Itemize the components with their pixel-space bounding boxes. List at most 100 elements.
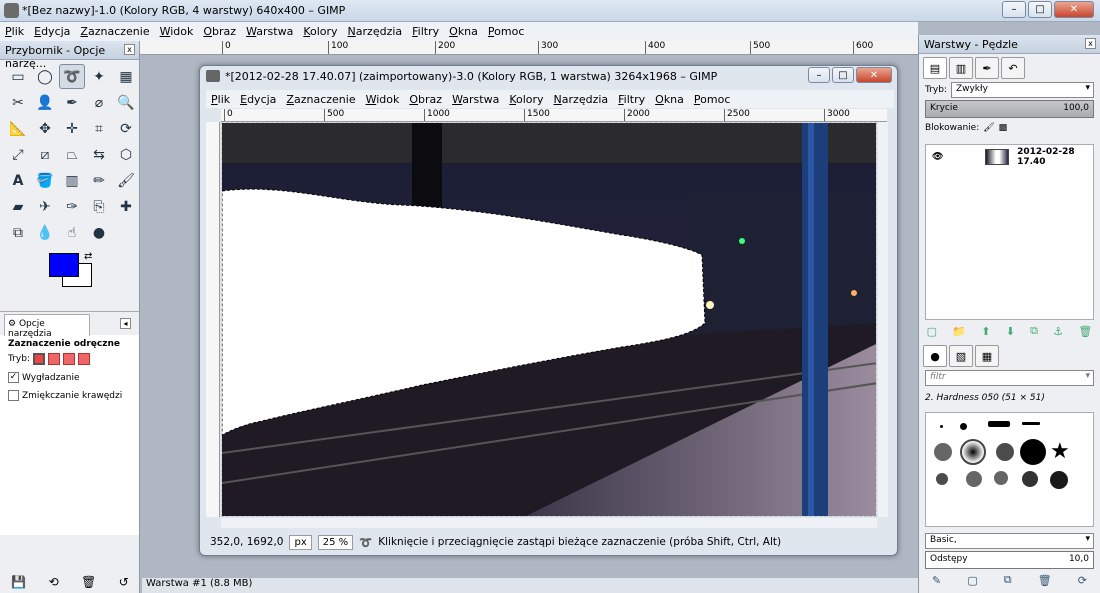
menu-plik[interactable]: Plik (0, 22, 29, 41)
eraser-icon[interactable]: ▰ (5, 194, 31, 219)
restore-options-icon[interactable]: ⟲ (49, 575, 59, 589)
edit-brush-icon[interactable]: ✎ (932, 574, 941, 587)
brush-preset[interactable] (988, 421, 1010, 427)
opacity-slider[interactable]: Krycie 100,0 (925, 100, 1094, 118)
flip-icon[interactable]: ⇆ (86, 142, 112, 167)
refresh-brushes-icon[interactable]: ⟳ (1078, 574, 1087, 587)
dodge-burn-icon[interactable]: ● (86, 220, 112, 245)
image-ruler-horizontal[interactable]: 0 500 1000 1500 2000 2500 3000 (221, 109, 887, 122)
delete-brush-icon[interactable]: 🗑 (1038, 574, 1052, 587)
image-canvas[interactable] (221, 122, 877, 517)
tab-menu-arrow-icon[interactable]: ◂ (120, 318, 131, 329)
mode-add-icon[interactable] (47, 353, 60, 365)
toolbox-close-button[interactable]: x (124, 44, 135, 55)
brush-preset[interactable] (996, 443, 1014, 461)
brush-preset[interactable] (940, 425, 943, 428)
mode-replace-icon[interactable] (32, 353, 45, 365)
scissors-icon[interactable]: ✂ (5, 90, 31, 115)
brush-filter-input[interactable]: filtr (925, 370, 1094, 386)
brush-preset[interactable] (1050, 471, 1068, 489)
brush-preset[interactable] (1022, 422, 1040, 425)
crop-icon[interactable]: ⌗ (86, 116, 112, 141)
paintbrush-icon[interactable]: 🖌 (113, 168, 139, 193)
image-menu-obraz[interactable]: Obraz (404, 90, 447, 108)
smudge-icon[interactable]: ☝ (59, 220, 85, 245)
measure-icon[interactable]: 📐 (5, 116, 31, 141)
dock-close-button[interactable]: x (1085, 38, 1096, 49)
color-picker-icon[interactable]: ⌀ (86, 90, 112, 115)
paths-icon[interactable]: ✒ (59, 90, 85, 115)
free-select-icon[interactable]: ➰ (59, 64, 85, 89)
zoom-icon[interactable]: 🔍 (113, 90, 139, 115)
undo-tab-icon[interactable]: ↶ (1001, 57, 1025, 79)
move-icon[interactable]: ✥ (32, 116, 58, 141)
brush-preset[interactable] (934, 443, 952, 461)
layer-mode-select[interactable]: Zwykły (950, 82, 1094, 98)
maximize-button[interactable]: □ (1028, 1, 1052, 18)
layer-row[interactable]: 👁 2012-02-28 17.40 (926, 145, 1093, 169)
image-ruler-vertical[interactable] (206, 122, 220, 517)
delete-options-icon[interactable]: 🗑 (81, 575, 96, 589)
spacing-slider[interactable]: Odstępy 10,0 (925, 551, 1094, 569)
tool-options-tab[interactable]: ⚙ Opcje narzędzia (4, 314, 90, 339)
align-icon[interactable]: ✛ (59, 116, 85, 141)
image-close-button[interactable]: ✕ (856, 67, 892, 83)
menu-widok[interactable]: Widok (155, 22, 199, 41)
menu-narzedzia[interactable]: Narzędzia (343, 22, 408, 41)
fuzzy-select-icon[interactable]: ✦ (86, 64, 112, 89)
brush-preset[interactable] (960, 423, 967, 430)
layers-tab-icon[interactable]: ▤ (923, 57, 947, 79)
antialias-checkbox[interactable]: ✓ (8, 372, 19, 383)
menu-obraz[interactable]: Obraz (198, 22, 241, 41)
paths-tab-icon[interactable]: ✒ (975, 57, 999, 79)
patterns-tab-icon[interactable]: ▧ (949, 345, 973, 367)
mode-intersect-icon[interactable] (77, 353, 90, 365)
foreground-select-icon[interactable]: 👤 (32, 90, 58, 115)
brush-preset[interactable] (966, 471, 982, 487)
delete-layer-icon[interactable]: 🗑 (1078, 325, 1092, 338)
image-menu-kolory[interactable]: Kolory (504, 90, 548, 108)
image-menu-warstwa[interactable]: Warstwa (447, 90, 504, 108)
new-brush-icon[interactable]: ▢ (967, 574, 977, 587)
image-maximize-button[interactable]: □ (832, 67, 854, 83)
image-menu-edycja[interactable]: Edycja (235, 90, 281, 108)
swap-colors-icon[interactable]: ⇄ (84, 251, 92, 262)
brush-grid[interactable]: ★ (925, 412, 1094, 527)
cage-icon[interactable]: ⬡ (113, 142, 139, 167)
brush-preset[interactable] (936, 473, 948, 485)
menu-pomoc[interactable]: Pomoc (483, 22, 529, 41)
menu-edycja[interactable]: Edycja (29, 22, 75, 41)
image-minimize-button[interactable]: – (808, 67, 830, 83)
image-menu-narzedzia[interactable]: Narzędzia (549, 90, 614, 108)
pencil-icon[interactable]: ✏ (86, 168, 112, 193)
star-brush-icon[interactable]: ★ (1050, 439, 1070, 464)
text-icon[interactable]: A (5, 168, 31, 193)
menu-warstwa[interactable]: Warstwa (241, 22, 298, 41)
image-menu-pomoc[interactable]: Pomoc (689, 90, 735, 108)
minimize-button[interactable]: – (1002, 1, 1026, 18)
image-menu-okna[interactable]: Okna (650, 90, 689, 108)
channels-tab-icon[interactable]: ▥ (949, 57, 973, 79)
shear-icon[interactable]: ⧄ (32, 142, 58, 167)
duplicate-layer-icon[interactable]: ⧉ (1030, 324, 1038, 338)
scale-icon[interactable]: ⤢ (5, 142, 31, 167)
bucket-fill-icon[interactable]: 🪣 (32, 168, 58, 193)
heal-icon[interactable]: ✚ (113, 194, 139, 219)
blend-icon[interactable]: ▥ (59, 168, 85, 193)
new-layer-icon[interactable]: ▢ (927, 325, 937, 338)
image-menu-filtry[interactable]: Filtry (613, 90, 650, 108)
brush-preset-selected[interactable] (960, 439, 986, 465)
zoom-select[interactable]: 25 % (317, 534, 354, 550)
horizontal-scrollbar[interactable] (221, 518, 877, 528)
raise-layer-icon[interactable]: ⬆ (981, 325, 990, 338)
menu-kolory[interactable]: Kolory (298, 22, 342, 41)
anchor-layer-icon[interactable]: ⚓ (1053, 325, 1063, 338)
reset-options-icon[interactable]: ↺ (119, 575, 129, 589)
new-group-icon[interactable]: 📁 (952, 325, 966, 338)
perspective-icon[interactable]: ⏢ (59, 142, 85, 167)
lock-alpha-icon[interactable]: ▩ (999, 123, 1008, 133)
gradients-tab-icon[interactable]: ▦ (975, 345, 999, 367)
brush-preset[interactable] (994, 471, 1008, 485)
unit-select[interactable]: px (289, 534, 312, 550)
foreground-color[interactable] (49, 253, 79, 277)
